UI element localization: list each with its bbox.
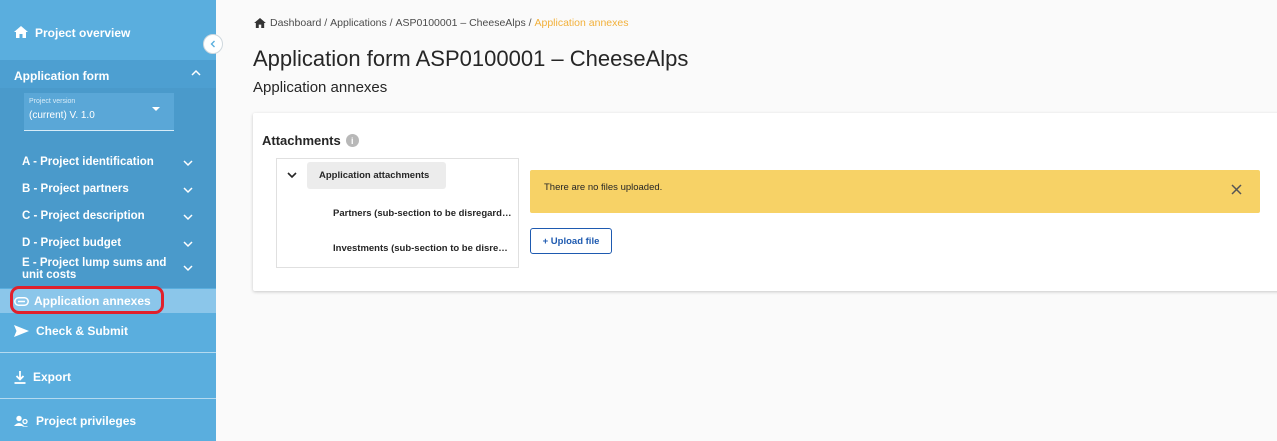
application-form-label: Application form [14, 69, 110, 83]
project-version-value: (current) V. 1.0 [29, 110, 95, 121]
page-subtitle: Application annexes [253, 79, 388, 96]
project-overview-item[interactable]: Project overview [0, 0, 216, 60]
upload-file-button[interactable]: + Upload file [530, 228, 612, 254]
project-privileges-item[interactable]: Project privileges [0, 405, 216, 437]
section-e-item[interactable]: E - Project lump sums and unit costs [0, 253, 216, 283]
attachments-title: Attachments i [262, 133, 359, 148]
chevron-down-icon [183, 241, 193, 248]
chevron-down-icon [183, 265, 193, 272]
chevron-down-icon [183, 187, 193, 194]
breadcrumb-project[interactable]: ASP0100001 – CheeseAlps [396, 17, 526, 29]
breadcrumb-separator: / [525, 17, 535, 29]
export-label: Export [33, 370, 72, 384]
chevron-down-icon [183, 160, 193, 167]
section-b-label: B - Project partners [22, 183, 129, 195]
check-submit-label: Check & Submit [36, 324, 129, 338]
chevron-down-icon [183, 214, 193, 221]
info-icon[interactable]: i [345, 134, 359, 147]
attachment-icon [14, 296, 29, 306]
application-form-toggle[interactable]: Application form [0, 60, 216, 88]
section-b-item[interactable]: B - Project partners [0, 179, 216, 201]
tree-node-application-attachments[interactable]: Application attachments [307, 162, 446, 189]
breadcrumb: Dashboard / Applications / ASP0100001 – … [254, 17, 628, 29]
chevron-down-icon[interactable] [287, 171, 297, 179]
sidebar-divider [0, 352, 216, 353]
breadcrumb-separator: / [321, 17, 331, 29]
export-item[interactable]: Export [0, 360, 216, 394]
project-version-select[interactable]: Project version (current) V. 1.0 [24, 93, 174, 131]
tree-node-partners[interactable]: Partners (sub-section to be disregarded) [333, 208, 513, 219]
chevron-up-icon [191, 69, 201, 76]
no-files-alert: There are no files uploaded. [530, 170, 1260, 213]
tree-node-investments[interactable]: Investments (sub-section to be disregard… [333, 243, 513, 254]
page-title: Application form ASP0100001 – CheeseAlps [253, 46, 689, 71]
section-a-item[interactable]: A - Project identification [0, 152, 216, 174]
download-icon [14, 370, 26, 384]
home-icon [254, 18, 266, 28]
home-icon [14, 26, 28, 38]
section-a-label: A - Project identification [22, 156, 154, 168]
attachments-title-text: Attachments [262, 133, 341, 148]
alert-text: There are no files uploaded. [544, 182, 663, 193]
breadcrumb-dashboard[interactable]: Dashboard [270, 17, 321, 29]
send-icon [14, 325, 29, 337]
section-d-item[interactable]: D - Project budget [0, 233, 216, 255]
collapse-sidebar-button[interactable] [203, 34, 223, 54]
application-annexes-label: Application annexes [34, 294, 151, 308]
check-submit-item[interactable]: Check & Submit [0, 314, 216, 348]
project-version-caption: Project version [29, 98, 76, 105]
project-overview-label: Project overview [35, 26, 131, 40]
section-c-item[interactable]: C - Project description [0, 206, 216, 228]
section-d-label: D - Project budget [22, 237, 122, 249]
application-annexes-item[interactable]: Application annexes [0, 289, 216, 313]
sidebar-divider [0, 398, 216, 399]
users-icon [14, 415, 28, 427]
breadcrumb-current: Application annexes [534, 17, 629, 29]
breadcrumb-separator: / [386, 17, 396, 29]
section-e-label: E - Project lump sums and unit costs [22, 257, 167, 281]
chevron-left-icon [210, 40, 215, 48]
dropdown-arrow-icon [152, 107, 160, 111]
project-privileges-label: Project privileges [36, 414, 137, 428]
section-c-label: C - Project description [22, 210, 145, 222]
breadcrumb-applications[interactable]: Applications [330, 17, 387, 29]
close-icon[interactable] [1231, 184, 1242, 195]
